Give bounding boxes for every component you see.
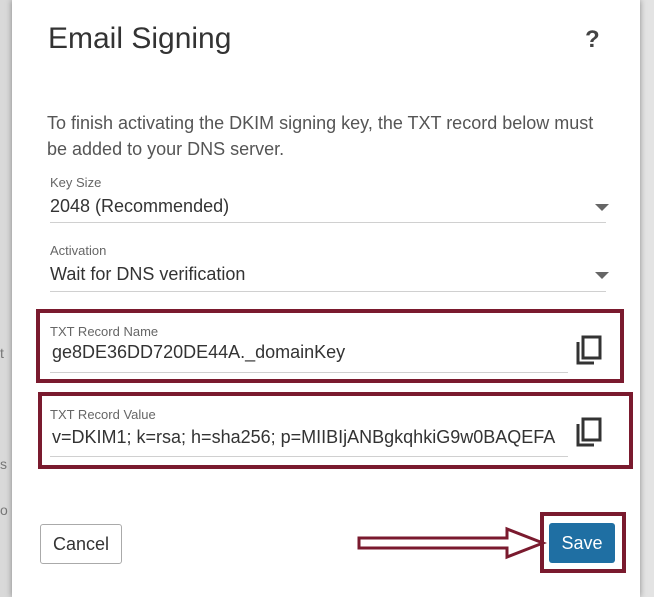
chevron-down-icon: [595, 272, 609, 279]
txt-record-name-underline: [50, 372, 568, 373]
activation-value: Wait for DNS verification: [50, 264, 246, 284]
backdrop-text: t: [0, 345, 4, 361]
txt-record-value-underline: [50, 456, 568, 457]
copy-icon[interactable]: [574, 335, 604, 367]
activation-underline: [50, 291, 606, 292]
email-signing-dialog: Email Signing ? To finish activating the…: [12, 0, 640, 597]
activation-label: Activation: [50, 243, 107, 258]
backdrop-text: s: [0, 456, 7, 472]
backdrop-right: [640, 0, 654, 597]
key-size-label: Key Size: [50, 175, 102, 190]
copy-icon[interactable]: [574, 417, 604, 449]
txt-record-value-label: TXT Record Value: [50, 407, 156, 422]
arrow-right-icon: [357, 525, 548, 566]
dialog-description: To finish activating the DKIM signing ke…: [47, 113, 594, 159]
txt-record-name-label: TXT Record Name: [50, 324, 159, 339]
chevron-down-icon: [595, 204, 609, 211]
key-size-underline: [50, 222, 606, 223]
dialog-title: Email Signing: [48, 22, 232, 55]
cancel-button[interactable]: Cancel: [40, 524, 122, 564]
backdrop-text: o: [0, 502, 8, 518]
save-button[interactable]: Save: [549, 523, 615, 563]
backdrop-left: t s o: [0, 0, 12, 597]
txt-record-name-field[interactable]: ge8DE36DD720DE44A._domainKey: [52, 342, 566, 363]
txt-record-value-field[interactable]: v=DKIM1; k=rsa; h=sha256; p=MIIBIjANBgkq…: [52, 427, 564, 448]
help-icon[interactable]: ?: [585, 26, 600, 54]
key-size-value: 2048 (Recommended): [50, 196, 230, 216]
